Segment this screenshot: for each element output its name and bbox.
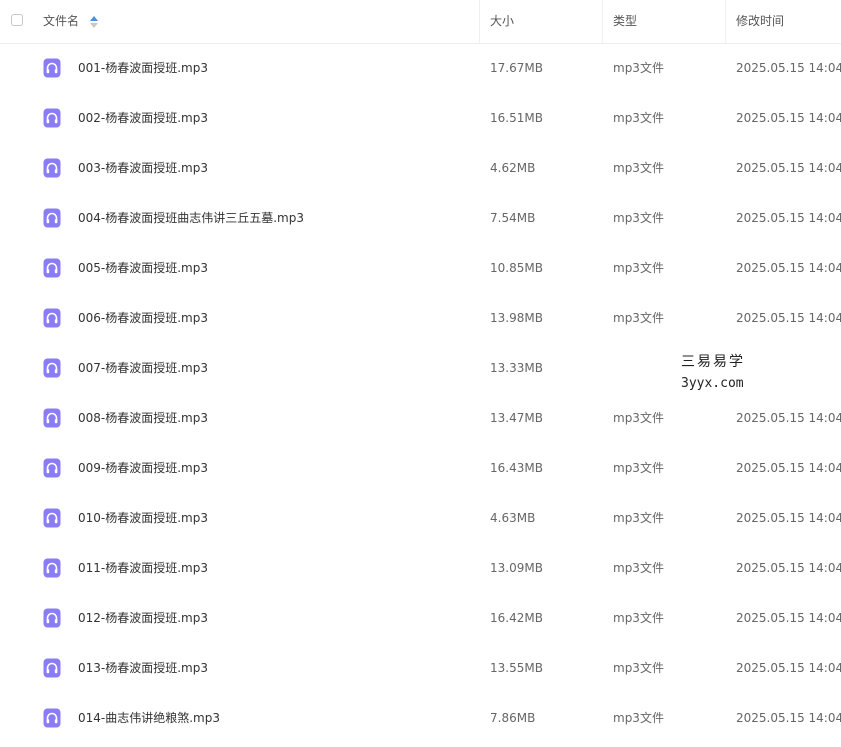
column-divider[interactable]: [602, 0, 603, 43]
file-size: 4.63MB: [490, 511, 536, 525]
file-size: 16.43MB: [490, 461, 543, 475]
file-name[interactable]: 010-杨春波面授班.mp3: [78, 493, 208, 543]
audio-file-icon: [43, 558, 61, 578]
file-row[interactable]: 002-杨春波面授班.mp3 16.51MB mp3文件 2025.05.15 …: [0, 93, 841, 143]
audio-file-icon: [43, 358, 61, 378]
audio-file-icon: [43, 458, 61, 478]
column-header-modified-label: 修改时间: [736, 14, 785, 28]
audio-file-icon: [43, 308, 61, 328]
audio-file-icon: [43, 608, 61, 628]
watermark-title: 三易易学: [681, 354, 745, 370]
file-type: mp3文件: [613, 611, 664, 625]
file-name[interactable]: 014-曲志伟讲绝粮煞.mp3: [78, 693, 220, 743]
file-row[interactable]: 005-杨春波面授班.mp3 10.85MB mp3文件 2025.05.15 …: [0, 243, 841, 293]
column-header-size-label: 大小: [490, 14, 515, 28]
file-type: mp3文件: [613, 311, 664, 325]
column-header-modified[interactable]: 修改时间: [736, 0, 784, 43]
column-header-name[interactable]: 文件名: [43, 0, 79, 43]
file-modified-time: 2025.05.15 14:04: [736, 311, 841, 325]
file-modified-time: 2025.05.15 14:04: [736, 511, 841, 525]
file-name[interactable]: 008-杨春波面授班.mp3: [78, 393, 208, 443]
file-size: 13.55MB: [490, 661, 543, 675]
file-name[interactable]: 001-杨春波面授班.mp3: [78, 43, 208, 93]
file-row[interactable]: 011-杨春波面授班.mp3 13.09MB mp3文件 2025.05.15 …: [0, 543, 841, 593]
file-size: 16.51MB: [490, 111, 543, 125]
file-name[interactable]: 012-杨春波面授班.mp3: [78, 593, 208, 643]
file-size: 7.54MB: [490, 211, 536, 225]
file-name[interactable]: 005-杨春波面授班.mp3: [78, 243, 208, 293]
file-modified-time: 2025.05.15 14:04: [736, 561, 841, 575]
audio-file-icon: [43, 258, 61, 278]
column-header-type[interactable]: 类型: [613, 0, 637, 43]
column-divider[interactable]: [479, 0, 480, 43]
audio-file-icon: [43, 108, 61, 128]
file-name[interactable]: 003-杨春波面授班.mp3: [78, 143, 208, 193]
column-header-size[interactable]: 大小: [490, 0, 514, 43]
file-name[interactable]: 007-杨春波面授班.mp3: [78, 343, 208, 393]
file-modified-time: 2025.05.15 14:04: [736, 611, 841, 625]
audio-file-icon: [43, 58, 61, 78]
watermark-domain: 3yyx.com: [681, 376, 744, 391]
file-size: 17.67MB: [490, 61, 543, 75]
file-size: 13.47MB: [490, 411, 543, 425]
file-modified-time: 2025.05.15 14:04: [736, 111, 841, 125]
file-type: mp3文件: [613, 111, 664, 125]
file-type: mp3文件: [613, 61, 664, 75]
file-name[interactable]: 002-杨春波面授班.mp3: [78, 93, 208, 143]
audio-file-icon: [43, 658, 61, 678]
file-type: mp3文件: [613, 461, 664, 475]
file-row[interactable]: 001-杨春波面授班.mp3 17.67MB mp3文件 2025.05.15 …: [0, 43, 841, 93]
file-modified-time: 2025.05.15 14:04: [736, 711, 841, 725]
column-header-type-label: 类型: [613, 14, 638, 28]
file-size: 13.98MB: [490, 311, 543, 325]
sort-toggle-icon[interactable]: [89, 15, 99, 29]
file-type: mp3文件: [613, 561, 664, 575]
file-type: mp3文件: [613, 161, 664, 175]
file-row[interactable]: 010-杨春波面授班.mp3 4.63MB mp3文件 2025.05.15 1…: [0, 493, 841, 543]
audio-file-icon: [43, 708, 61, 728]
column-header-name-label: 文件名: [43, 14, 80, 28]
file-modified-time: 2025.05.15 14:04: [736, 661, 841, 675]
file-name[interactable]: 009-杨春波面授班.mp3: [78, 443, 208, 493]
site-watermark: 三易易学 3yyx.com: [681, 351, 791, 401]
file-name[interactable]: 013-杨春波面授班.mp3: [78, 643, 208, 693]
file-size: 16.42MB: [490, 611, 543, 625]
file-list-header: 文件名 大小 类型 修改时间: [0, 0, 841, 44]
audio-file-icon: [43, 508, 61, 528]
audio-file-icon: [43, 408, 61, 428]
file-row[interactable]: 006-杨春波面授班.mp3 13.98MB mp3文件 2025.05.15 …: [0, 293, 841, 343]
file-modified-time: 2025.05.15 14:04: [736, 61, 841, 75]
file-size: 13.09MB: [490, 561, 543, 575]
file-row[interactable]: 004-杨春波面授班曲志伟讲三丘五墓.mp3 7.54MB mp3文件 2025…: [0, 193, 841, 243]
column-divider[interactable]: [725, 0, 726, 43]
file-row[interactable]: 014-曲志伟讲绝粮煞.mp3 7.86MB mp3文件 2025.05.15 …: [0, 693, 841, 743]
file-size: 10.85MB: [490, 261, 543, 275]
audio-file-icon: [43, 208, 61, 228]
file-type: mp3文件: [613, 211, 664, 225]
file-name[interactable]: 006-杨春波面授班.mp3: [78, 293, 208, 343]
file-type: mp3文件: [613, 661, 664, 675]
file-size: 7.86MB: [490, 711, 536, 725]
file-row[interactable]: 009-杨春波面授班.mp3 16.43MB mp3文件 2025.05.15 …: [0, 443, 841, 493]
file-modified-time: 2025.05.15 14:04: [736, 211, 841, 225]
select-all-checkbox[interactable]: [11, 14, 23, 26]
file-modified-time: 2025.05.15 14:04: [736, 161, 841, 175]
file-type: mp3文件: [613, 411, 664, 425]
file-modified-time: 2025.05.15 14:04: [736, 261, 841, 275]
audio-file-icon: [43, 158, 61, 178]
file-size: 13.33MB: [490, 361, 543, 375]
file-row[interactable]: 013-杨春波面授班.mp3 13.55MB mp3文件 2025.05.15 …: [0, 643, 841, 693]
file-row[interactable]: 012-杨春波面授班.mp3 16.42MB mp3文件 2025.05.15 …: [0, 593, 841, 643]
file-type: mp3文件: [613, 711, 664, 725]
file-type: mp3文件: [613, 511, 664, 525]
file-modified-time: 2025.05.15 14:04: [736, 461, 841, 475]
file-size: 4.62MB: [490, 161, 536, 175]
file-name[interactable]: 011-杨春波面授班.mp3: [78, 543, 208, 593]
file-name[interactable]: 004-杨春波面授班曲志伟讲三丘五墓.mp3: [78, 193, 304, 243]
file-row[interactable]: 003-杨春波面授班.mp3 4.62MB mp3文件 2025.05.15 1…: [0, 143, 841, 193]
file-type: mp3文件: [613, 261, 664, 275]
